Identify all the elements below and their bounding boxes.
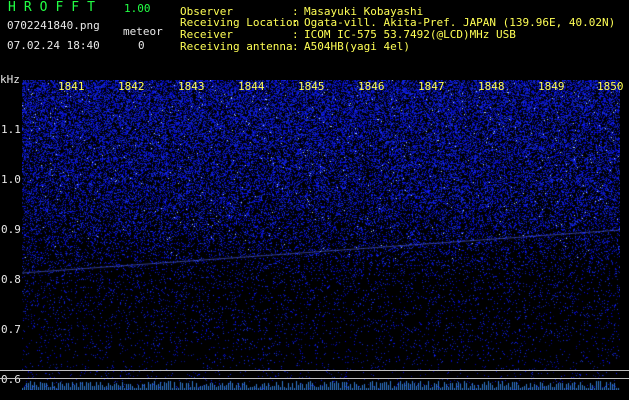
time-label: 1848 [478,80,505,93]
reference-line [0,378,629,379]
time-label: 1842 [118,80,145,93]
time-label: 1843 [178,80,205,93]
colon: : [292,40,299,53]
meteor-count: 0 [138,39,145,52]
app-version: 1.00 [124,2,151,15]
meteor-label: meteor [123,25,163,38]
hrofft-window: HROFFT 1.00 0702241840.png 07.02.24 18:4… [0,0,629,400]
antenna-value: A504HB(yagi 4el) [304,40,410,53]
y-tick-label: 1.1 [1,123,21,136]
antenna-label: Receiving antenna [180,40,293,53]
file-name: 0702241840.png [7,19,100,32]
y-tick-label: 0.9 [1,223,21,236]
y-axis-unit: kHz [0,73,20,86]
time-label: 1847 [418,80,445,93]
y-tick-label: 0.7 [1,323,21,336]
time-label: 1841 [58,80,85,93]
file-datetime: 07.02.24 18:40 [7,39,100,52]
y-tick-label: 1.0 [1,173,21,186]
time-label: 1846 [358,80,385,93]
y-tick-label: 0.8 [1,273,21,286]
y-tick-label: 0.6 [1,373,21,386]
time-label: 1850 [597,80,624,93]
time-label: 1844 [238,80,265,93]
time-label: 1845 [298,80,325,93]
app-title: HROFFT [8,0,103,15]
time-label: 1849 [538,80,565,93]
spectrogram [22,80,620,390]
reference-line [0,370,629,371]
